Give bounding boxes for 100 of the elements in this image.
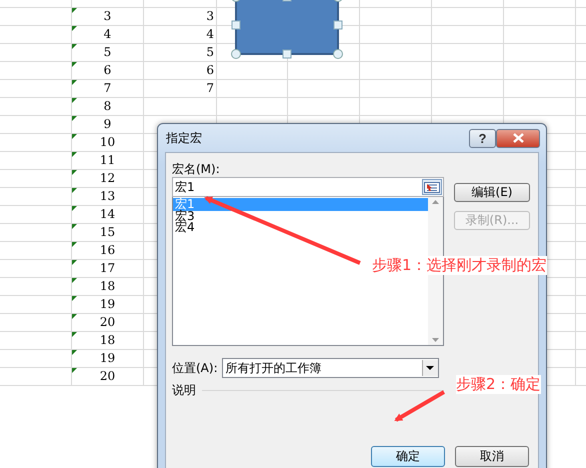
close-button[interactable]: [496, 128, 540, 148]
cancel-button[interactable]: 取消: [455, 446, 529, 467]
error-marker-icon: [72, 98, 77, 103]
error-marker-icon: [72, 350, 77, 355]
table-cell: 17: [72, 260, 144, 278]
error-marker-icon: [72, 8, 77, 13]
grid-arrow-icon: [424, 182, 440, 192]
table-cell: [0, 368, 72, 386]
close-icon: [512, 133, 524, 143]
rectangle-shape[interactable]: [230, 0, 346, 61]
field-label: 宏名(M):: [172, 161, 221, 177]
table-cell: [432, 80, 504, 98]
table-cell: [0, 278, 72, 296]
error-marker-icon: [72, 80, 77, 85]
error-marker-icon: [72, 116, 77, 121]
error-marker-icon: [72, 44, 77, 49]
field-label: 位置(A):: [172, 360, 218, 376]
error-marker-icon: [72, 62, 77, 67]
error-marker-icon: [72, 26, 77, 31]
table-cell: 3: [72, 8, 144, 26]
ok-button[interactable]: 确定: [371, 446, 445, 467]
table-cell: 6: [72, 62, 144, 80]
table-cell: 3: [144, 8, 217, 26]
dropdown-arrow-icon: [426, 366, 434, 370]
error-marker-icon: [72, 296, 77, 301]
table-cell: [504, 44, 576, 62]
table-cell: [0, 80, 72, 98]
table-cell: [0, 188, 72, 206]
table-cell: [0, 8, 72, 26]
down-arrow-icon: [432, 338, 439, 342]
table-cell: [0, 224, 72, 242]
table-cell: 13: [72, 188, 144, 206]
table-cell: 7: [144, 80, 217, 98]
table-cell: 20: [72, 314, 144, 332]
error-marker-icon: [72, 152, 77, 157]
table-cell: 8: [72, 98, 144, 116]
error-marker-icon: [72, 260, 77, 265]
table-cell: [360, 80, 432, 98]
arrow-pointer: [394, 390, 445, 422]
list-item[interactable]: 宏3: [173, 211, 428, 222]
table-cell: 19: [72, 296, 144, 314]
up-arrow-icon: [432, 200, 439, 204]
table-cell: [0, 44, 72, 62]
error-marker-icon: [72, 314, 77, 319]
table-cell: [0, 62, 72, 80]
list-item[interactable]: 宏4: [173, 222, 428, 233]
help-button[interactable]: ?: [469, 128, 496, 148]
table-cell: [0, 296, 72, 314]
table-cell: 9: [72, 116, 144, 134]
table-cell: [288, 62, 360, 80]
table-cell: 20: [72, 368, 144, 386]
table-cell: [217, 62, 288, 80]
table-cell: 6: [144, 62, 217, 80]
table-cell: [432, 8, 504, 26]
table-cell: [360, 26, 432, 44]
table-cell: [0, 26, 72, 44]
table-cell: [0, 260, 72, 278]
table-cell: 14: [72, 206, 144, 224]
error-marker-icon: [72, 188, 77, 193]
table-cell: [504, 26, 576, 44]
table-cell: 10: [72, 134, 144, 152]
table-cell: 12: [72, 170, 144, 188]
table-cell: [0, 350, 72, 368]
error-marker-icon: [72, 206, 77, 211]
table-cell: [0, 242, 72, 260]
table-cell: [288, 80, 360, 98]
table-cell: 16: [72, 242, 144, 260]
table-cell: [432, 62, 504, 80]
table-cell: 15: [72, 224, 144, 242]
error-marker-icon: [72, 134, 77, 139]
table-cell: [432, 26, 504, 44]
table-cell: 5: [72, 44, 144, 62]
error-marker-icon: [72, 170, 77, 175]
input-field[interactable]: 宏1: [172, 177, 444, 197]
table-cell: [504, 80, 576, 98]
table-cell: 18: [72, 332, 144, 350]
error-marker-icon: [72, 242, 77, 247]
error-marker-icon: [72, 224, 77, 229]
table-cell: [0, 98, 72, 116]
picker-button[interactable]: [422, 179, 442, 195]
table-cell: 4: [72, 26, 144, 44]
error-marker-icon: [72, 332, 77, 337]
table-cell: [0, 116, 72, 134]
error-marker-icon: [72, 368, 77, 373]
table-cell: [360, 62, 432, 80]
table-cell: [504, 8, 576, 26]
location-dropdown[interactable]: 所有打开的工作簿: [222, 358, 439, 378]
table-cell: 19: [72, 350, 144, 368]
table-cell: [360, 44, 432, 62]
table-cell: [0, 170, 72, 188]
table-cell: 4: [144, 26, 217, 44]
scrollbar[interactable]: [428, 197, 443, 345]
table-cell: [0, 314, 72, 332]
table-cell: [0, 134, 72, 152]
table-cell: [217, 80, 288, 98]
table-cell: 11: [72, 152, 144, 170]
table-cell: [0, 332, 72, 350]
annotation-text: 步骤2：确定: [456, 375, 541, 394]
table-cell: [0, 152, 72, 170]
edit-button[interactable]: 编辑(E): [454, 183, 530, 202]
